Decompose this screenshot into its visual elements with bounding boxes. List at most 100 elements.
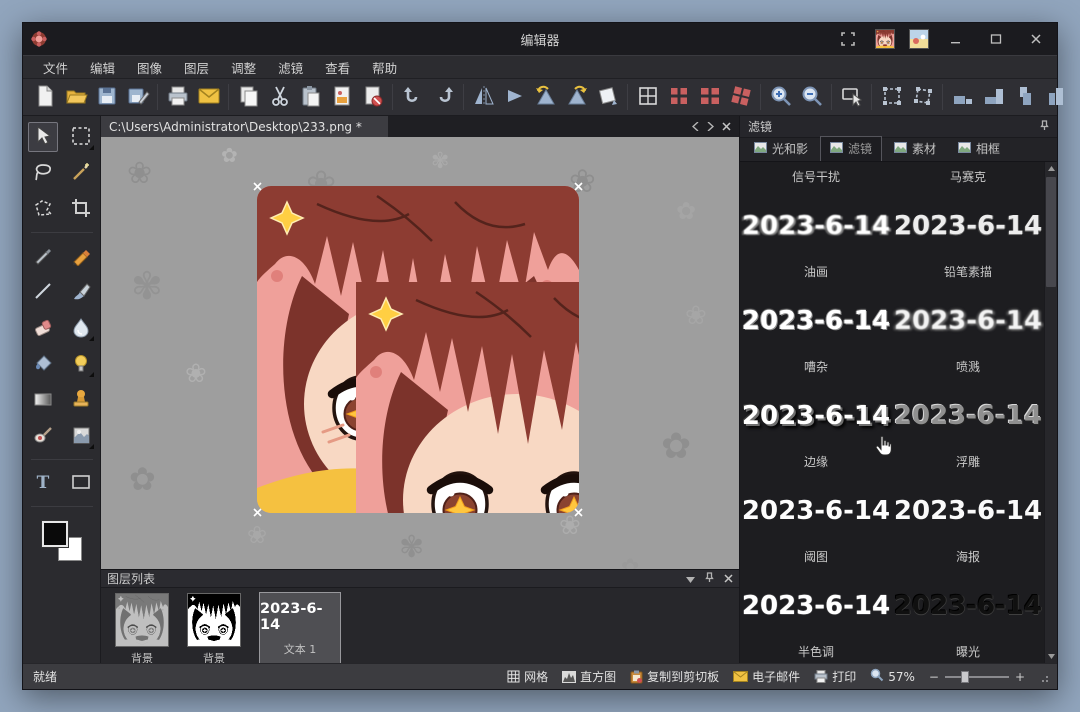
filters-pin-icon[interactable] (1040, 120, 1049, 134)
document-tab[interactable]: C:\Users\Administrator\Desktop\233.png * (101, 116, 388, 137)
fullscreen-button[interactable] (835, 29, 861, 49)
flip-vertical-button[interactable] (499, 82, 530, 112)
redo-button[interactable] (428, 82, 459, 112)
eraser-tool[interactable] (28, 313, 58, 343)
selection-handle-top-left[interactable] (253, 182, 262, 191)
status-button-4[interactable]: 电子邮件 (733, 668, 800, 685)
menu-item-6[interactable]: 滤镜 (268, 55, 313, 80)
rotate-right-button[interactable] (561, 82, 592, 112)
filter-scrollbar[interactable] (1044, 162, 1057, 663)
cut-button[interactable] (264, 82, 295, 112)
open-file-button[interactable] (60, 82, 91, 112)
status-button-5[interactable]: 打印 (814, 668, 856, 685)
open-document-thumbnail[interactable] (875, 29, 895, 49)
filter-item[interactable]: 2023-6-14喷溅 (892, 292, 1044, 387)
polygon-select-tool[interactable] (28, 194, 58, 224)
layers-menu-icon[interactable] (686, 572, 695, 586)
edited-image[interactable] (257, 186, 579, 513)
save-button[interactable] (91, 82, 122, 112)
lasso-tool[interactable] (28, 158, 58, 188)
layer-item-text[interactable]: 2023-6-14文本 1 (259, 592, 341, 666)
layer-item[interactable]: 背景 (187, 593, 241, 666)
splice-diagonal-button[interactable] (725, 82, 756, 112)
scroll-up-icon[interactable] (1045, 162, 1057, 175)
rotate-left-button[interactable] (530, 82, 561, 112)
filter-item[interactable]: 2023-6-14嘈杂 (740, 292, 892, 387)
pointer-tool[interactable] (28, 122, 58, 152)
delete-button[interactable] (357, 82, 388, 112)
clone-stamp-tool[interactable] (66, 385, 96, 415)
lighting-tool[interactable] (66, 349, 96, 379)
canvas-area[interactable]: ✿✾❀✿❀✾❀✿❀✾✿❀✾❀✿❀ (101, 137, 739, 569)
undo-button[interactable] (397, 82, 428, 112)
brush-tool[interactable] (66, 277, 96, 307)
blur-drop-tool[interactable] (66, 313, 96, 343)
region-pick-button[interactable] (836, 82, 867, 112)
shape-rect-tool[interactable] (66, 468, 96, 498)
free-rotate-button[interactable] (592, 82, 623, 112)
line-tool[interactable] (28, 277, 58, 307)
zoom-slider-thumb[interactable] (961, 671, 969, 683)
filter-tab-3[interactable]: 素材 (884, 136, 946, 161)
text-tool[interactable]: T (28, 468, 58, 498)
pencil-tool[interactable] (66, 241, 96, 271)
transform-select-button[interactable] (876, 82, 907, 112)
magic-wand-tool[interactable] (66, 158, 96, 188)
filter-item[interactable]: 2023-6-14马赛克 (892, 162, 1044, 197)
join-vertical-button[interactable] (1009, 82, 1040, 112)
selection-handle-bottom-left[interactable] (253, 508, 262, 517)
flip-horizontal-button[interactable] (468, 82, 499, 112)
gradient-tool[interactable] (28, 385, 58, 415)
tab-scroll-right-icon[interactable] (707, 120, 714, 134)
tab-close-icon[interactable] (722, 120, 731, 134)
join-side-button[interactable] (1040, 82, 1071, 112)
status-button-3[interactable]: 复制到剪切板 (630, 668, 719, 685)
zoom-out-button[interactable] (796, 82, 827, 112)
zoom-out-button[interactable]: − (929, 670, 939, 684)
menu-item-7[interactable]: 查看 (315, 55, 360, 80)
open-document-thumbnail-2[interactable] (909, 29, 929, 49)
menu-item-4[interactable]: 图层 (174, 55, 219, 80)
color-swatches[interactable] (42, 521, 82, 561)
menu-item-1[interactable]: 文件 (33, 55, 78, 80)
filter-tab-4[interactable]: 相框 (948, 136, 1010, 161)
new-file-button[interactable] (29, 82, 60, 112)
paste-image-button[interactable] (326, 82, 357, 112)
pattern-tool[interactable] (66, 421, 96, 451)
filter-item[interactable]: 2023-6-14海报 (892, 482, 1044, 577)
filter-tab-1[interactable]: 光和影 (744, 136, 818, 161)
filter-tab-2[interactable]: 滤镜 (820, 136, 882, 161)
filter-item[interactable]: 2023-6-14阈图 (740, 482, 892, 577)
selection-handle-top-right[interactable] (574, 182, 583, 191)
filter-item[interactable]: 2023-6-14铅笔素描 (892, 197, 1044, 292)
filter-item[interactable]: 2023-6-14浮雕 (892, 387, 1044, 482)
join-corner-button[interactable] (978, 82, 1009, 112)
splice-horizontal-button[interactable] (694, 82, 725, 112)
splice-grid-button[interactable] (663, 82, 694, 112)
status-button-1[interactable]: 网格 (507, 668, 548, 685)
minimize-button[interactable] (943, 29, 969, 49)
transform-distort-button[interactable] (907, 82, 938, 112)
filter-item[interactable]: 2023-6-14边缘 (740, 387, 892, 482)
layers-close-icon[interactable] (724, 572, 733, 586)
fill-bucket-tool[interactable] (28, 349, 58, 379)
email-button[interactable] (193, 82, 224, 112)
filter-item[interactable]: 2023-6-14油画 (740, 197, 892, 292)
selection-handle-bottom-right[interactable] (574, 508, 583, 517)
smudge-tool[interactable] (28, 421, 58, 451)
crop-tool[interactable] (66, 194, 96, 224)
print-button[interactable] (162, 82, 193, 112)
zoom-in-button[interactable] (765, 82, 796, 112)
menu-item-3[interactable]: 图像 (127, 55, 172, 80)
filter-item[interactable]: 2023-6-14曝光 (892, 577, 1044, 663)
status-button-2[interactable]: 直方图 (562, 668, 616, 685)
menu-item-2[interactable]: 编辑 (80, 55, 125, 80)
resize-grip[interactable] (1039, 672, 1049, 682)
scroll-thumb[interactable] (1046, 177, 1056, 287)
menu-item-8[interactable]: 帮助 (362, 55, 407, 80)
maximize-button[interactable] (983, 29, 1009, 49)
zoom-in-button[interactable]: + (1015, 670, 1025, 684)
filter-item[interactable]: 2023-6-14半色调 (740, 577, 892, 663)
filter-item[interactable]: 2023-6-14信号干扰 (740, 162, 892, 197)
grid-view-button[interactable] (632, 82, 663, 112)
